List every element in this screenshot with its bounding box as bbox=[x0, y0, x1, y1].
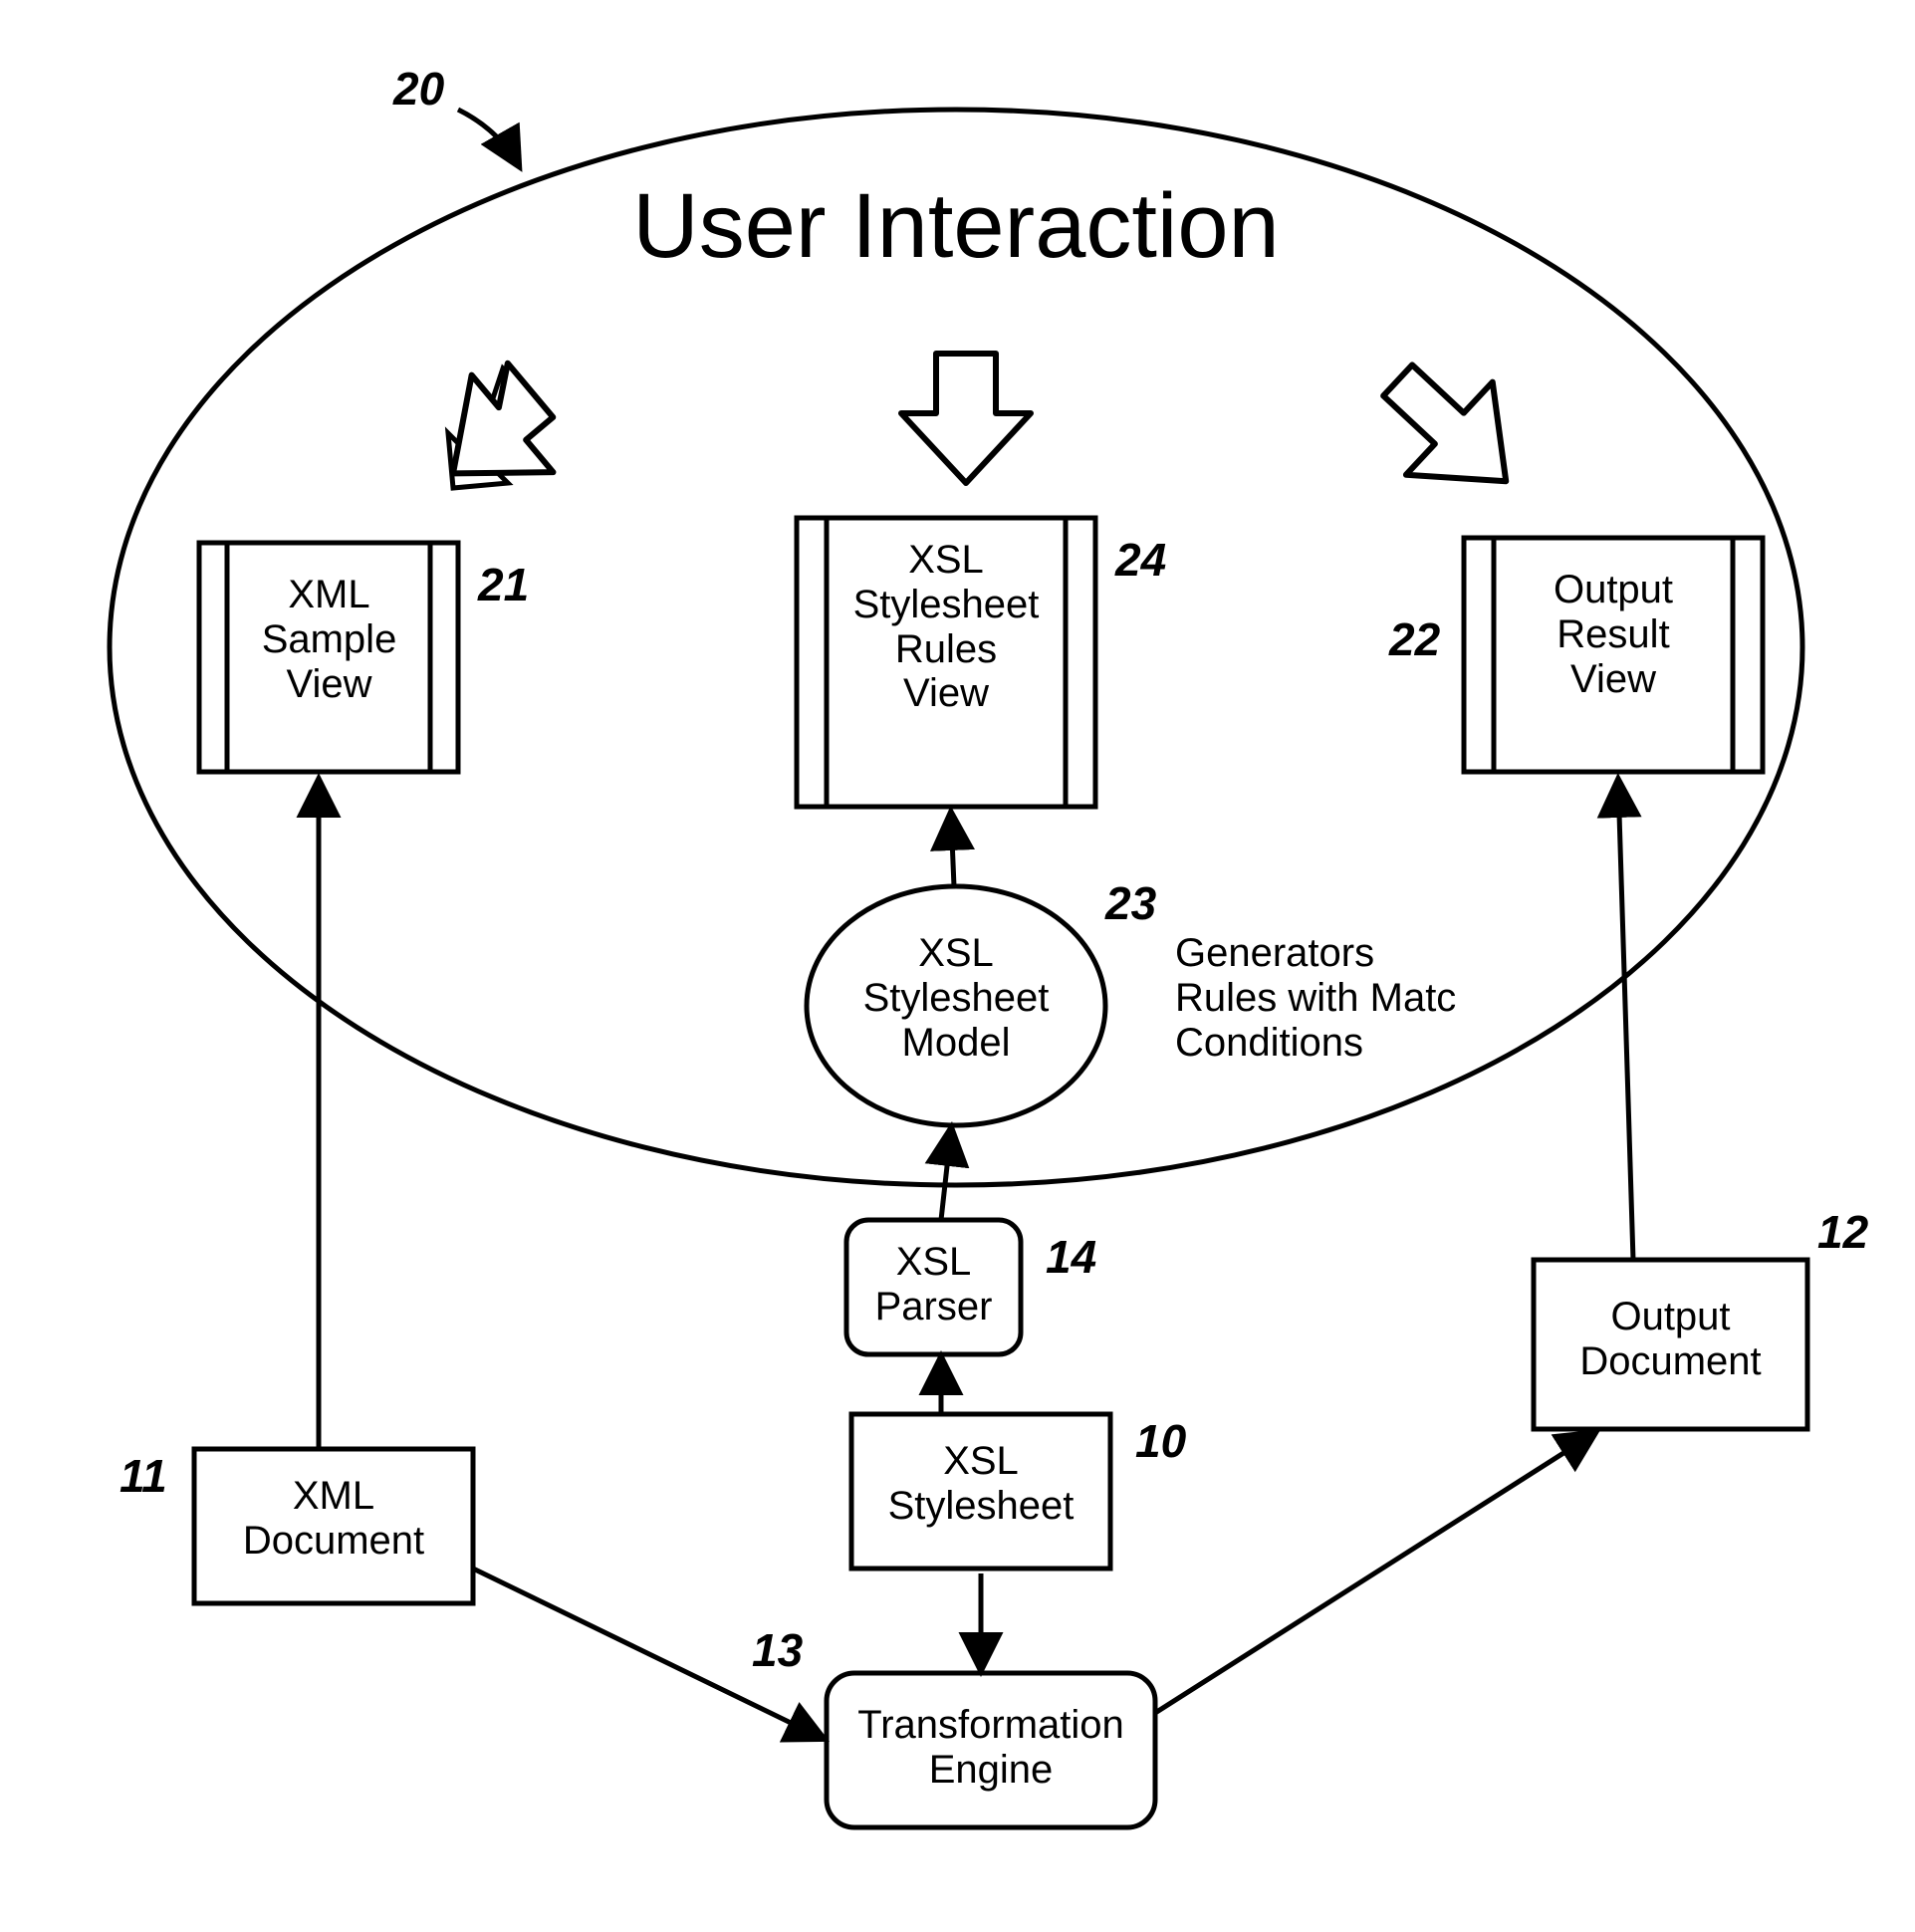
block-arrow-left bbox=[453, 360, 563, 482]
xml-sample-view-box bbox=[199, 543, 458, 772]
edge-outdoc-to-resultview bbox=[1618, 782, 1633, 1260]
ref20-pointer bbox=[458, 110, 518, 164]
edge-xmldoc-to-engine bbox=[473, 1569, 822, 1738]
xsl-stylesheet-model-ellipse bbox=[807, 886, 1105, 1125]
diagram-svg bbox=[0, 0, 1915, 1932]
diagram-stage: User Interaction XML Sample View XSL Sty… bbox=[0, 0, 1915, 1932]
edge-engine-to-outdoc bbox=[1155, 1434, 1593, 1713]
block-arrow-right bbox=[1382, 362, 1506, 485]
block-arrows bbox=[453, 354, 1506, 485]
xml-document-box bbox=[194, 1449, 473, 1603]
xsl-parser-box bbox=[846, 1220, 1021, 1354]
xsl-stylesheet-box bbox=[851, 1414, 1110, 1569]
xsl-rules-view-box bbox=[797, 518, 1095, 807]
output-result-view-box bbox=[1464, 538, 1763, 772]
transformation-engine-box bbox=[827, 1673, 1155, 1827]
block-arrow-center bbox=[901, 354, 1031, 483]
output-document-box bbox=[1534, 1260, 1807, 1429]
edge-model-to-rulesview bbox=[951, 815, 954, 886]
edge-parser-to-model bbox=[941, 1130, 951, 1220]
